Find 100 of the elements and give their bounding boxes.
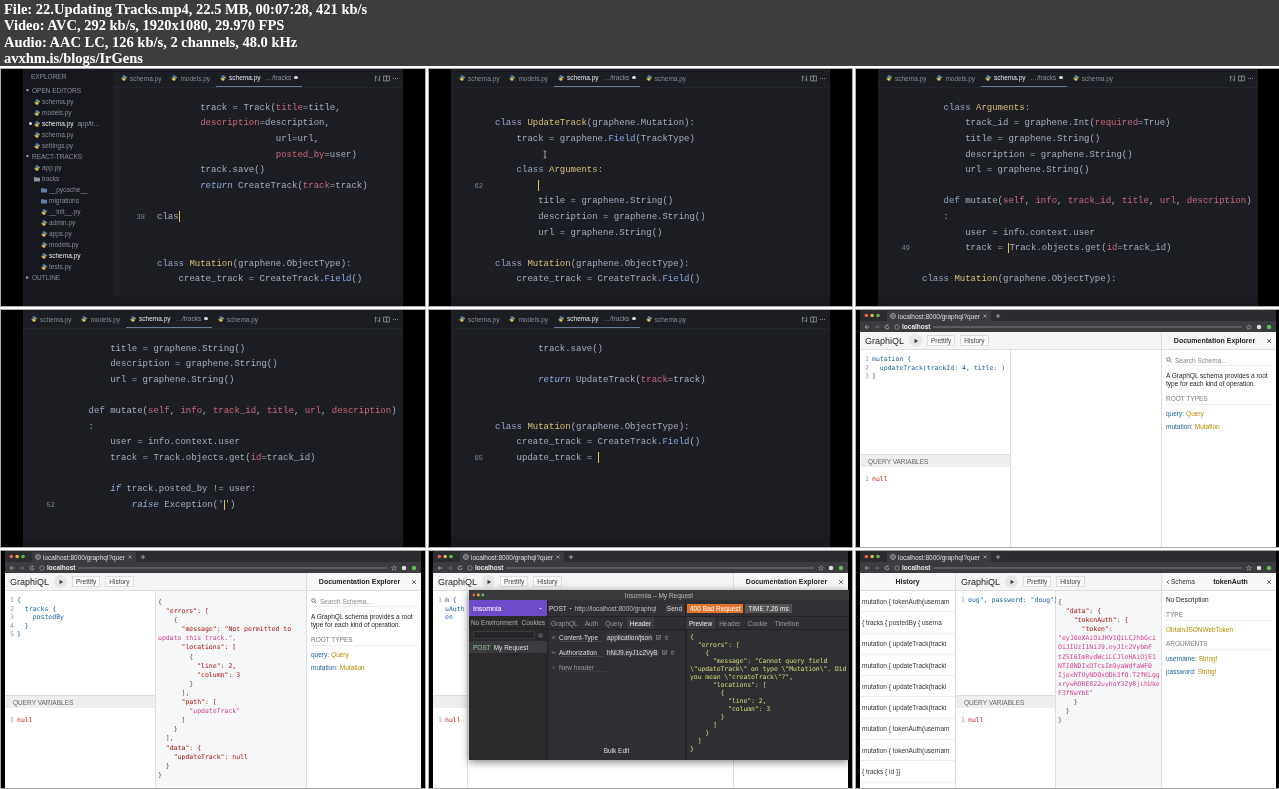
split-editor-icon[interactable]: [1238, 74, 1245, 82]
code-line: description = graphene.String(): [537, 210, 706, 223]
star-icon[interactable]: [1246, 323, 1252, 330]
window-controls-icon[interactable]: [436, 554, 456, 559]
delete-icon[interactable]: [663, 635, 669, 640]
run-button[interactable]: [482, 575, 496, 588]
new-tab-icon[interactable]: [995, 553, 1002, 560]
code-line: create_track = CreateTrack.Field(): [515, 436, 701, 449]
settings-icon[interactable]: [538, 632, 543, 638]
code-line: class Mutation(graphene.ObjectType):: [495, 257, 690, 270]
split-editor-icon[interactable]: [810, 74, 817, 82]
python-file-icon: [41, 252, 47, 259]
drag-handle-icon[interactable]: [551, 650, 556, 655]
python-file-icon: [936, 75, 943, 81]
code-line: title = graphene.String(): [964, 133, 1101, 145]
code-line: title = graphene.String(): [109, 342, 246, 355]
star-icon[interactable]: [391, 564, 397, 571]
reload-icon[interactable]: [884, 564, 890, 571]
window-controls-icon[interactable]: [863, 313, 883, 318]
reload-icon[interactable]: [457, 564, 463, 571]
code-line: :: [87, 420, 94, 433]
code-line: return UpdateTrack(track=track): [537, 374, 706, 386]
compare-icon[interactable]: [801, 315, 808, 323]
delete-icon[interactable]: [669, 650, 675, 655]
code-line: clas: [157, 210, 180, 223]
app-title: GraphiQL: [438, 576, 478, 587]
python-file-icon: [41, 219, 47, 226]
python-file-icon: [31, 316, 37, 322]
play-icon: [912, 337, 919, 344]
code-line: description = graphene.String(): [109, 358, 278, 371]
caret-icon: [567, 605, 573, 611]
python-file-icon: [985, 74, 992, 81]
close-icon[interactable]: [982, 554, 989, 560]
close-icon[interactable]: [411, 578, 417, 585]
close-icon[interactable]: [1266, 578, 1272, 585]
code-line: user = info.context.user: [964, 226, 1095, 239]
code-line: class Mutation(graphene.ObjectType):: [922, 273, 1117, 286]
code-line: track = Track.objects.get(id=track_id): [109, 451, 316, 464]
python-file-icon: [34, 142, 40, 149]
star-icon[interactable]: [818, 564, 824, 571]
new-tab-icon[interactable]: [140, 553, 147, 560]
window-controls-icon[interactable]: [472, 593, 486, 597]
split-editor-icon[interactable]: [383, 74, 390, 82]
back-icon[interactable]: [864, 323, 870, 330]
back-icon[interactable]: [864, 564, 870, 571]
file-info-line: Audio: AAC LC, 126 kb/s, 2 channels, 48.0 kHz: [4, 33, 299, 50]
code-line: description=description,: [199, 117, 330, 130]
code-line: class UpdateTrack(graphene.Mutation):: [495, 117, 695, 130]
python-file-icon: [81, 316, 88, 322]
new-tab-icon[interactable]: [568, 553, 575, 560]
new-tab-icon[interactable]: [995, 312, 1002, 319]
chevron-left-icon: [1166, 578, 1170, 585]
split-editor-icon[interactable]: [810, 315, 817, 323]
code-line: def mutate(self, info, track_id, title, url, description): [942, 195, 1252, 208]
python-file-icon: [886, 75, 892, 81]
window-controls-icon[interactable]: [8, 554, 28, 559]
code-line: class Mutation(graphene.ObjectType):: [495, 420, 690, 433]
code-line: description = graphene.String(): [964, 148, 1133, 161]
reload-icon[interactable]: [884, 323, 890, 330]
play-icon: [485, 578, 492, 585]
code-line: track = graphene.Field(TrackType): [515, 133, 695, 145]
code-line: create_track = CreateTrack.Field(): [177, 273, 363, 286]
close-icon[interactable]: [982, 313, 989, 319]
close-icon[interactable]: [838, 578, 844, 585]
code-line: create_track = CreateTrack.Field(): [515, 273, 701, 286]
run-button[interactable]: [54, 575, 68, 588]
code-line: user = info.context.user: [109, 436, 240, 449]
code-line: url = graphene.String(): [109, 374, 235, 386]
close-icon[interactable]: [555, 554, 562, 560]
file-info-line: Video: AVC, 292 kb/s, 1920x1080, 29.970 FPS: [4, 17, 286, 34]
run-button[interactable]: [909, 334, 923, 347]
code-line: track.save(): [199, 164, 266, 177]
reload-icon[interactable]: [29, 564, 35, 571]
python-file-icon: [459, 316, 465, 322]
code-line: track = Track(title=title,: [199, 101, 341, 114]
back-icon[interactable]: [9, 564, 15, 571]
python-file-icon: [645, 75, 652, 81]
split-editor-icon[interactable]: [383, 315, 390, 323]
python-file-icon: [220, 74, 227, 81]
star-icon[interactable]: [1246, 564, 1252, 571]
run-button[interactable]: [1005, 575, 1019, 588]
compare-icon[interactable]: [374, 74, 381, 82]
compare-icon[interactable]: [374, 315, 381, 323]
code-line: raise Exception(''): [130, 498, 236, 511]
drag-handle-icon[interactable]: [551, 635, 556, 640]
code-line: def mutate(self, info, track_id, title, url, description): [87, 405, 397, 418]
python-file-icon: [509, 75, 516, 81]
close-icon[interactable]: [1266, 337, 1272, 344]
python-file-icon: [34, 164, 40, 171]
code-line: url=url,: [274, 133, 320, 145]
checkbox-icon[interactable]: [661, 650, 667, 655]
compare-icon[interactable]: [801, 74, 808, 82]
back-icon[interactable]: [437, 564, 443, 571]
python-file-icon: [41, 263, 47, 270]
close-icon[interactable]: [127, 554, 134, 560]
window-controls-icon[interactable]: [863, 554, 883, 559]
checkbox-icon[interactable]: [655, 635, 661, 640]
python-file-icon: [34, 109, 40, 116]
compare-icon[interactable]: [1229, 74, 1236, 82]
info-icon: [467, 564, 473, 571]
